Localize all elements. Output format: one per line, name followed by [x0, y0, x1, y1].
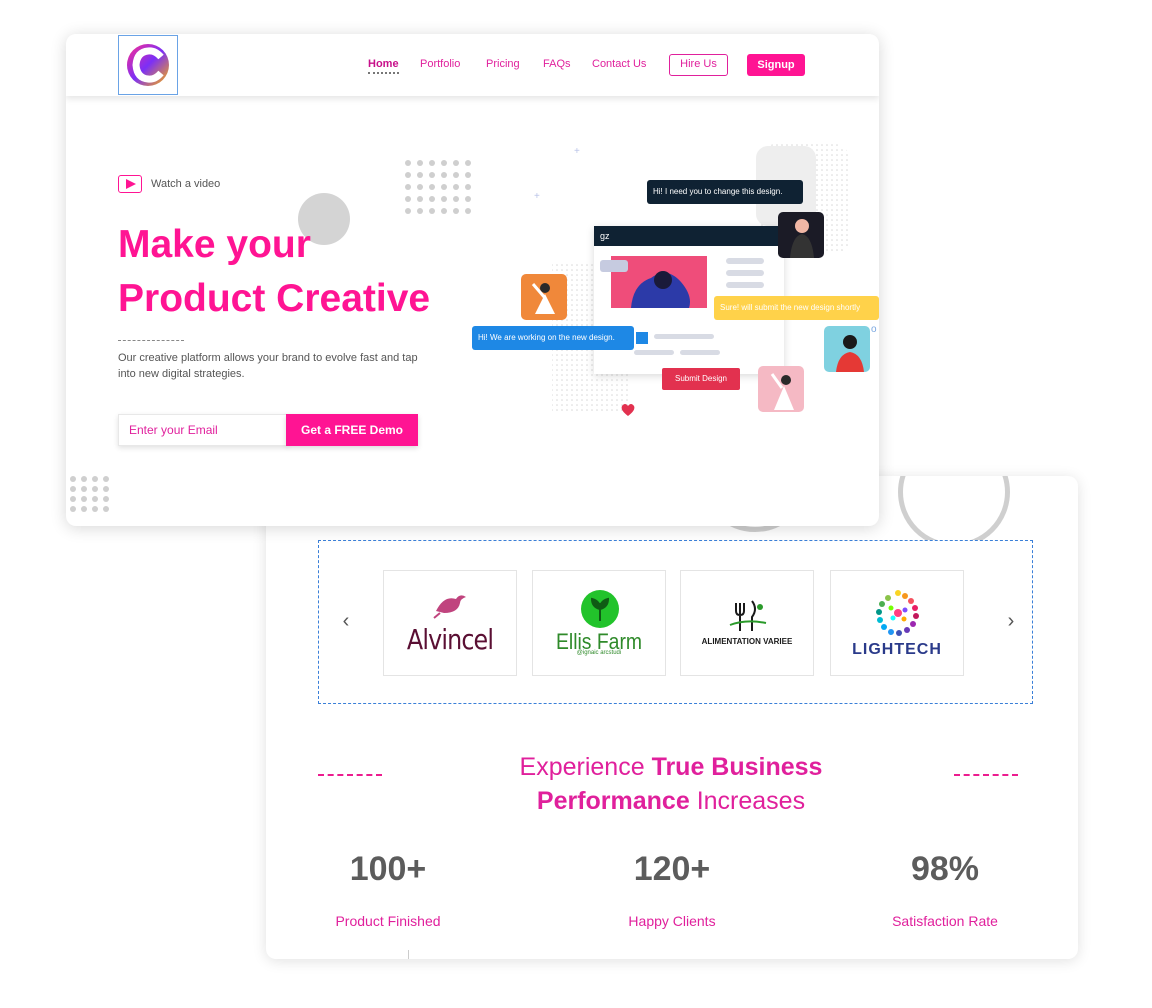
chat-bubble: Hi! I need you to change this design. — [647, 180, 803, 204]
text-placeholder — [680, 350, 720, 355]
decorative-dot-grid — [405, 160, 471, 214]
cutlery-icon — [729, 600, 767, 631]
svg-text:+: + — [574, 146, 580, 157]
nav-link-contact[interactable]: Contact Us — [592, 58, 646, 70]
chat-bubble: Sure! will submit the new design shortly — [714, 296, 879, 320]
heading-normal-text: Increases — [696, 787, 806, 815]
svg-text:o: o — [871, 324, 877, 335]
person-icon — [836, 335, 864, 372]
play-icon — [118, 175, 142, 193]
partner-logo-alimentation: ALIMENTATION VARIEE — [680, 570, 814, 676]
signup-button[interactable]: Signup — [747, 54, 805, 76]
heading-bold-text: True Business — [651, 753, 823, 781]
free-demo-button[interactable]: Get a FREE Demo — [286, 414, 418, 446]
divider-dashes — [118, 340, 184, 341]
hero-title: Make your Product Creative — [118, 218, 430, 326]
divider-dashes-left — [318, 774, 382, 776]
top-navbar: Home Portfolio Pricing FAQs Contact Us H… — [66, 34, 879, 96]
leaf-icon — [581, 590, 619, 628]
window-titlebar: gz — [594, 226, 784, 246]
text-placeholder — [726, 258, 764, 264]
watch-video-link[interactable]: Watch a video — [118, 175, 220, 193]
hero-title-line: Make your — [118, 223, 311, 266]
divider-dashes-right — [954, 774, 1018, 776]
email-input[interactable] — [118, 414, 288, 446]
partner-name: Alvincel — [406, 623, 494, 656]
stat-label: Happy Clients — [628, 913, 716, 929]
svg-text:+: + — [534, 191, 540, 202]
nav-link-faqs[interactable]: FAQs — [543, 58, 571, 70]
avatar — [824, 326, 870, 372]
carousel-next-icon[interactable]: › — [1001, 611, 1021, 631]
person-icon — [531, 283, 555, 314]
submit-design-button: Submit Design — [662, 368, 740, 390]
carousel-prev-icon[interactable]: ‹ — [336, 611, 356, 631]
hire-us-button[interactable]: Hire Us — [669, 54, 728, 76]
hero-section-card: Home Portfolio Pricing FAQs Contact Us H… — [66, 34, 879, 526]
text-placeholder — [634, 350, 674, 355]
stat-label: Satisfaction Rate — [892, 913, 998, 929]
hero-description: Our creative platform allows your brand … — [118, 352, 418, 380]
person-icon — [790, 219, 814, 258]
hero-title-line: Product Creative — [118, 277, 431, 320]
spiral-dots-icon — [876, 590, 919, 636]
screenshot-stage: ‹ Alvincel Ellis Farm @ignaic arcstudi A… — [0, 0, 1152, 1008]
partner-logo-lightech: LIGHTECH — [830, 570, 964, 676]
partner-name: LIGHTECH — [852, 641, 942, 658]
heading-bold-text: Performance — [536, 787, 690, 815]
brand-logo[interactable] — [118, 35, 178, 95]
partner-name: ALIMENTATION VARIEE — [701, 637, 793, 646]
bird-icon — [433, 595, 466, 619]
watch-video-label: Watch a video — [151, 178, 221, 190]
text-placeholder — [726, 282, 764, 288]
experience-heading: Experience True Business Performance Inc… — [436, 750, 906, 818]
partner-logo-ellis-farm: Ellis Farm @ignaic arcstudi — [532, 570, 666, 676]
nav-link-home[interactable]: Home — [368, 58, 399, 74]
window-title: gz — [600, 231, 610, 241]
person-icon — [770, 373, 794, 410]
stat-value: 120+ — [633, 850, 711, 888]
nav-link-portfolio[interactable]: Portfolio — [420, 58, 460, 70]
nav-link-pricing[interactable]: Pricing — [486, 58, 520, 70]
brand-c-icon — [127, 44, 169, 86]
chat-bubble: Hi! We are working on the new design. — [472, 326, 634, 350]
dot-indicator — [600, 260, 628, 272]
heart-icon — [621, 404, 635, 416]
partner-logo-carousel: ‹ Alvincel Ellis Farm @ignaic arcstudi A… — [318, 540, 1033, 704]
text-placeholder — [726, 270, 764, 276]
decorative-ring-right — [898, 476, 1010, 548]
partner-subname: @ignaic arcstudi — [576, 650, 622, 656]
decorative-dot-grid — [70, 476, 110, 512]
partner-logo-alvincel: Alvincel — [383, 570, 517, 676]
stat-value: 98% — [910, 850, 980, 888]
stat-label: Product Finished — [335, 913, 441, 929]
stats-section-card: ‹ Alvincel Ellis Farm @ignaic arcstudi A… — [266, 476, 1078, 959]
avatar — [758, 366, 804, 412]
checkbox-placeholder — [636, 332, 648, 344]
text-placeholder — [654, 334, 714, 339]
hero-illustration: + + o Hi! I need you to change this desi… — [466, 134, 879, 434]
stat-value: 100+ — [349, 850, 427, 888]
avatar — [778, 212, 824, 258]
divider-tick — [408, 950, 409, 959]
heading-normal-text: Experience — [519, 753, 645, 781]
avatar — [521, 274, 567, 320]
